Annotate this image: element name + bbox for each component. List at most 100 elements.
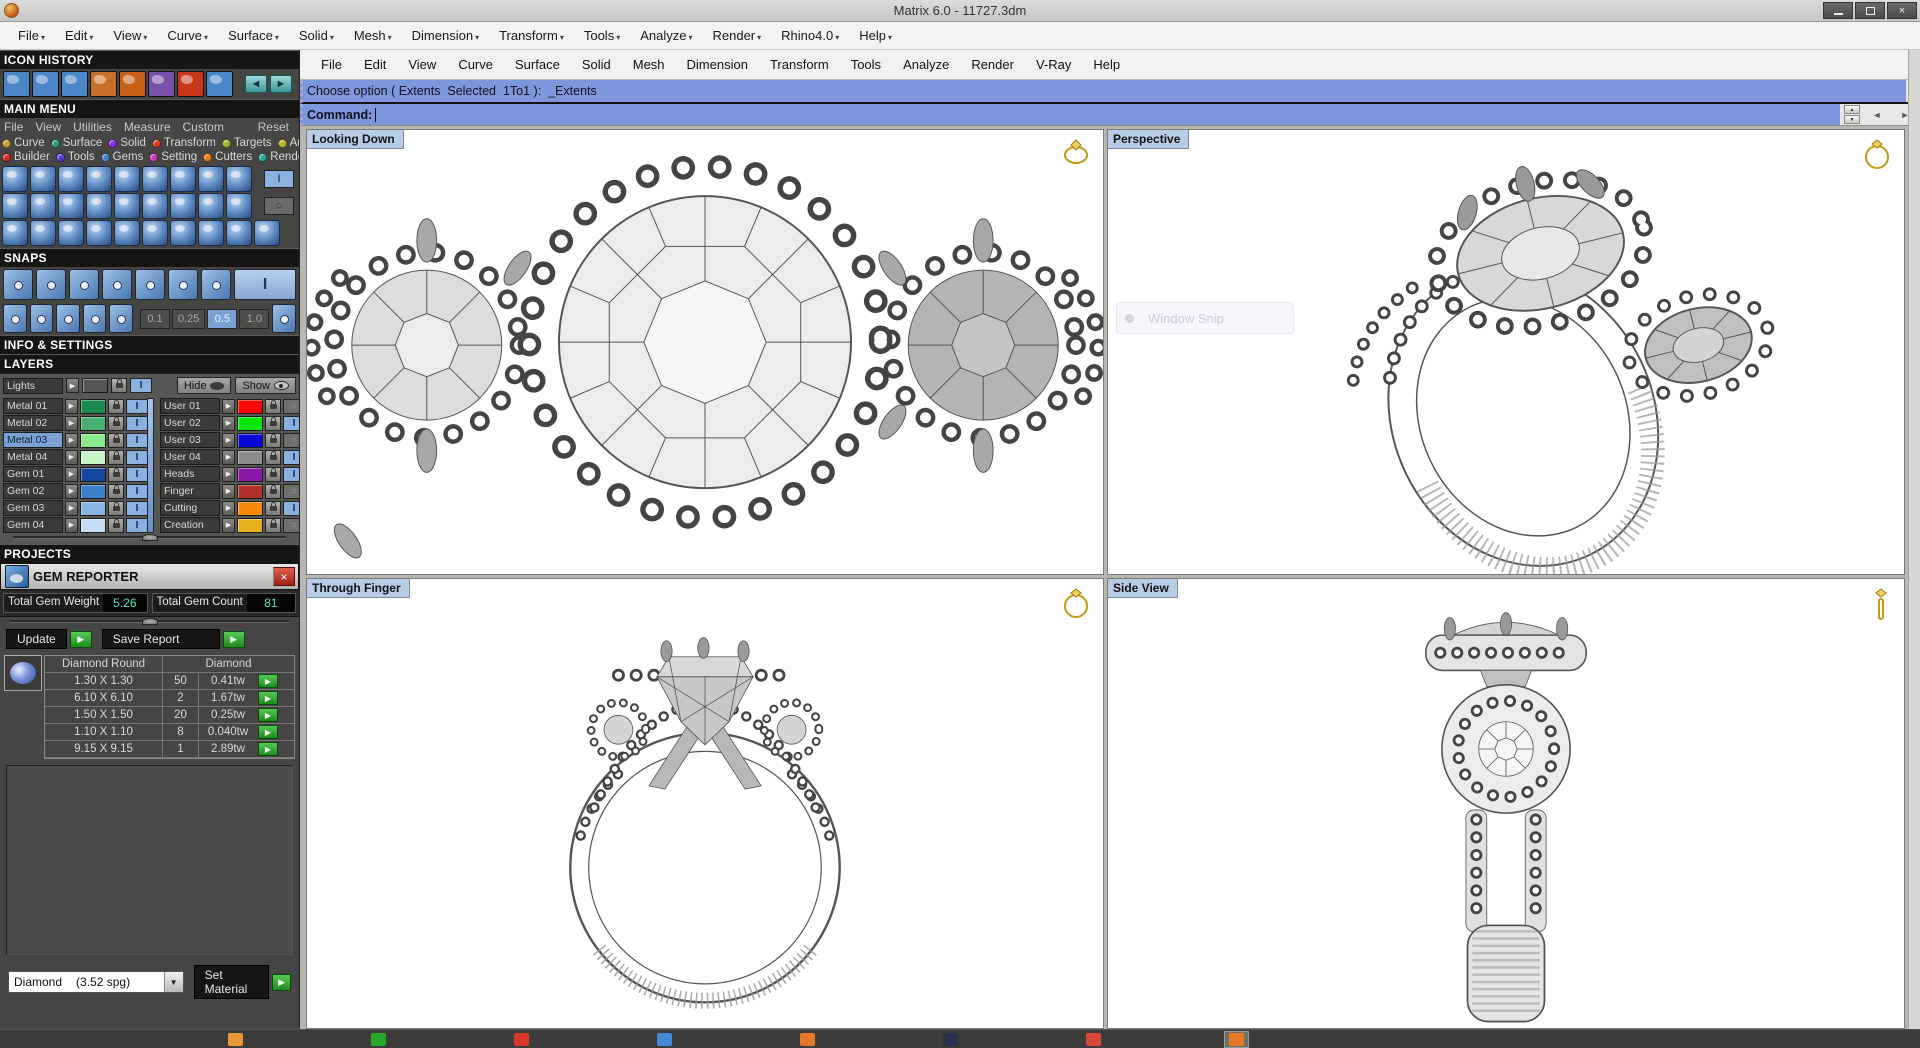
update-go-button[interactable]: ▶: [70, 631, 92, 648]
snap-increment[interactable]: 0.25: [172, 309, 205, 329]
menu-item[interactable]: Transform▾: [489, 24, 574, 47]
taskbar-item[interactable]: [366, 1031, 391, 1048]
material-dropdown[interactable]: Diamond (3.52 spg) ▼: [8, 971, 184, 993]
layer-name[interactable]: Creation: [160, 517, 220, 533]
menu-item[interactable]: Surface▾: [218, 24, 289, 47]
menu-item[interactable]: Edit: [353, 53, 397, 76]
menu-item[interactable]: V-Ray: [1025, 53, 1082, 76]
layer-name[interactable]: Lights: [3, 378, 63, 394]
tool-icon[interactable]: [142, 220, 168, 246]
viewport-label[interactable]: Through Finger: [307, 579, 410, 598]
tool-icon[interactable]: [226, 166, 252, 192]
save-report-button[interactable]: Save Report: [102, 629, 220, 649]
menu-item[interactable]: Solid▾: [289, 24, 344, 47]
category-tab[interactable]: Art: [278, 137, 300, 149]
table-row[interactable]: 1.30 X 1.30 50 0.41tw ▶: [45, 673, 294, 690]
tool-icon[interactable]: [142, 193, 168, 219]
command-input[interactable]: Command: ▲ ▼ ◄ ►: [300, 104, 1920, 126]
menu-item[interactable]: Dimension▾: [402, 24, 489, 47]
menu-item[interactable]: Solid: [571, 53, 622, 76]
layer-row[interactable]: Finger ▶: [160, 483, 300, 499]
category-tab[interactable]: Gems: [101, 151, 144, 163]
layer-expand-button[interactable]: ▶: [222, 450, 235, 465]
history-tool-icon[interactable]: [61, 71, 88, 97]
taskbar-item[interactable]: [509, 1031, 534, 1048]
taskbar-item[interactable]: [1081, 1031, 1106, 1048]
layer-visibility-toggle[interactable]: [126, 433, 148, 448]
snap-icon[interactable]: [3, 269, 33, 300]
tool-toggle-on-button[interactable]: I: [264, 170, 294, 188]
history-prev-button[interactable]: ◄: [1866, 107, 1888, 123]
layer-name[interactable]: User 03: [160, 432, 220, 448]
lock-icon[interactable]: [265, 450, 281, 465]
layer-expand-button[interactable]: ▶: [65, 501, 78, 516]
tool-icon[interactable]: [58, 193, 84, 219]
tool-icon[interactable]: [170, 220, 196, 246]
tool-icon[interactable]: [114, 220, 140, 246]
lock-icon[interactable]: [108, 433, 124, 448]
panel-resize-handle[interactable]: [142, 534, 158, 541]
lock-icon[interactable]: [265, 433, 281, 448]
layer-color-swatch[interactable]: [237, 450, 263, 465]
history-tool-icon[interactable]: [148, 71, 175, 97]
viewport-label[interactable]: Looking Down: [307, 130, 404, 149]
tool-icon[interactable]: [58, 220, 84, 246]
lock-icon[interactable]: [111, 378, 127, 393]
layer-visibility-toggle[interactable]: [283, 399, 300, 414]
snap-icon[interactable]: [3, 304, 27, 333]
reset-button[interactable]: Reset: [258, 120, 289, 134]
layer-expand-button[interactable]: ▶: [65, 433, 78, 448]
snap-icon[interactable]: [30, 304, 54, 333]
tool-icon[interactable]: [198, 166, 224, 192]
layer-color-swatch[interactable]: [237, 501, 263, 516]
menu-item[interactable]: Surface: [504, 53, 571, 76]
layer-expand-button[interactable]: ▶: [222, 399, 235, 414]
right-scroll-strip[interactable]: [1908, 50, 1920, 1029]
viewport-label[interactable]: Side View: [1108, 579, 1178, 598]
layer-color-swatch[interactable]: [237, 433, 263, 448]
layer-color-swatch[interactable]: [237, 416, 263, 431]
category-tab[interactable]: Cutters: [203, 151, 252, 163]
category-tab[interactable]: Solid: [108, 137, 146, 149]
layer-color-swatch[interactable]: [237, 467, 263, 482]
viewport-side-view[interactable]: Side View: [1107, 578, 1905, 1029]
table-row[interactable]: 1.10 X 1.10 8 0.040tw ▶: [45, 724, 294, 741]
projects-header[interactable]: PROJECTS: [0, 544, 299, 563]
layer-color-swatch[interactable]: [82, 378, 108, 393]
snap-increment[interactable]: 1.0: [239, 309, 269, 329]
lock-icon[interactable]: [265, 399, 281, 414]
save-report-go-button[interactable]: ▶: [223, 631, 245, 648]
layer-row[interactable]: Metal 04 ▶: [3, 449, 148, 465]
snap-icon[interactable]: [102, 269, 132, 300]
dropdown-arrow-icon[interactable]: ▼: [164, 972, 183, 992]
layer-row[interactable]: User 01 ▶: [160, 398, 300, 414]
layer-expand-button[interactable]: ▶: [65, 416, 78, 431]
layer-visibility-toggle[interactable]: [283, 484, 300, 499]
category-tab[interactable]: Builder: [2, 151, 50, 163]
menu-item[interactable]: Help▾: [849, 24, 902, 47]
menu-item[interactable]: Tools▾: [574, 24, 630, 47]
layer-name[interactable]: Finger: [160, 483, 220, 499]
viewport-perspective[interactable]: Perspective Window Snip: [1107, 129, 1905, 575]
lock-icon[interactable]: [108, 416, 124, 431]
tool-icon[interactable]: [254, 220, 280, 246]
snap-icon[interactable]: [83, 304, 107, 333]
menu-item[interactable]: Curve▾: [157, 24, 218, 47]
lock-icon[interactable]: [265, 416, 281, 431]
layer-name[interactable]: Gem 04: [3, 517, 63, 533]
layer-visibility-toggle[interactable]: [283, 433, 300, 448]
layer-color-swatch[interactable]: [237, 484, 263, 499]
layer-expand-button[interactable]: ▶: [65, 484, 78, 499]
layer-expand-button[interactable]: ▶: [65, 399, 78, 414]
layer-color-swatch[interactable]: [80, 416, 106, 431]
main-menu-item[interactable]: Utilities: [73, 120, 112, 134]
layer-expand-button[interactable]: ▶: [222, 467, 235, 482]
layer-visibility-toggle[interactable]: [126, 399, 148, 414]
layer-visibility-toggle[interactable]: [126, 518, 148, 533]
layer-expand-button[interactable]: ▶: [65, 467, 78, 482]
menu-item[interactable]: Transform: [759, 53, 840, 76]
layer-visibility-toggle[interactable]: [130, 378, 152, 393]
tool-icon[interactable]: [86, 193, 112, 219]
layer-name[interactable]: Metal 01: [3, 398, 63, 414]
table-row[interactable]: 9.15 X 9.15 1 2.89tw ▶: [45, 741, 294, 758]
